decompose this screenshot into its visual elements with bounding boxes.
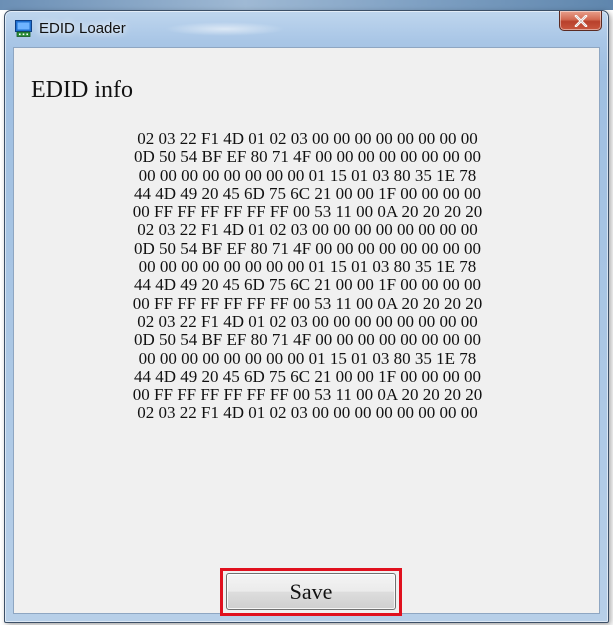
hex-line: 0D 50 54 BF EF 80 71 4F 00 00 00 00 00 0… bbox=[133, 147, 482, 167]
hex-line: 02 03 22 F1 4D 01 02 03 00 00 00 00 00 0… bbox=[137, 311, 478, 331]
hex-line: 00 FF FF FF FF FF FF 00 53 11 00 0A 20 2… bbox=[132, 385, 483, 405]
edid-info-heading: EDID info bbox=[31, 77, 133, 103]
hex-line: 44 4D 49 20 45 6D 75 6C 21 00 00 1F 00 0… bbox=[133, 275, 482, 295]
edid-loader-window: EDID Loader EDID info 02 03 22 F1 4D 01 … bbox=[4, 10, 609, 623]
hex-line: 02 03 22 F1 4D 01 02 03 00 00 00 00 00 0… bbox=[137, 129, 478, 148]
hex-line: 00 00 00 00 00 00 00 00 01 15 01 03 80 3… bbox=[138, 165, 477, 185]
hex-line: 02 03 22 F1 4D 01 02 03 00 00 00 00 00 0… bbox=[137, 403, 478, 423]
window-title: EDID Loader bbox=[39, 20, 126, 37]
hex-line: 00 00 00 00 00 00 00 00 01 15 01 03 80 3… bbox=[138, 257, 477, 277]
desktop-background bbox=[0, 0, 613, 10]
save-button[interactable]: Save bbox=[226, 573, 396, 610]
hex-line: 44 4D 49 20 45 6D 75 6C 21 00 00 1F 00 0… bbox=[133, 366, 482, 386]
hex-line: 0D 50 54 BF EF 80 71 4F 00 00 00 00 00 0… bbox=[133, 330, 482, 350]
title-bar[interactable]: EDID Loader bbox=[5, 11, 608, 47]
hex-line: 02 03 22 F1 4D 01 02 03 00 00 00 00 00 0… bbox=[137, 220, 478, 240]
hex-line: 0D 50 54 BF EF 80 71 4F 00 00 00 00 00 0… bbox=[133, 238, 482, 258]
edid-hex-dump: 02 03 22 F1 4D 01 02 03 00 00 00 00 00 0… bbox=[14, 129, 601, 423]
client-area: EDID info 02 03 22 F1 4D 01 02 03 00 00 … bbox=[13, 47, 601, 616]
close-button[interactable] bbox=[559, 11, 602, 31]
monitor-app-icon bbox=[15, 20, 32, 37]
hex-line: 00 00 00 00 00 00 00 00 01 15 01 03 80 3… bbox=[138, 348, 477, 368]
hex-line: 00 FF FF FF FF FF FF 00 53 11 00 0A 20 2… bbox=[132, 293, 483, 313]
hex-line: 00 FF FF FF FF FF FF 00 53 11 00 0A 20 2… bbox=[132, 202, 483, 222]
title-bar-glow bbox=[165, 22, 285, 36]
hex-line: 44 4D 49 20 45 6D 75 6C 21 00 00 1F 00 0… bbox=[133, 183, 482, 203]
